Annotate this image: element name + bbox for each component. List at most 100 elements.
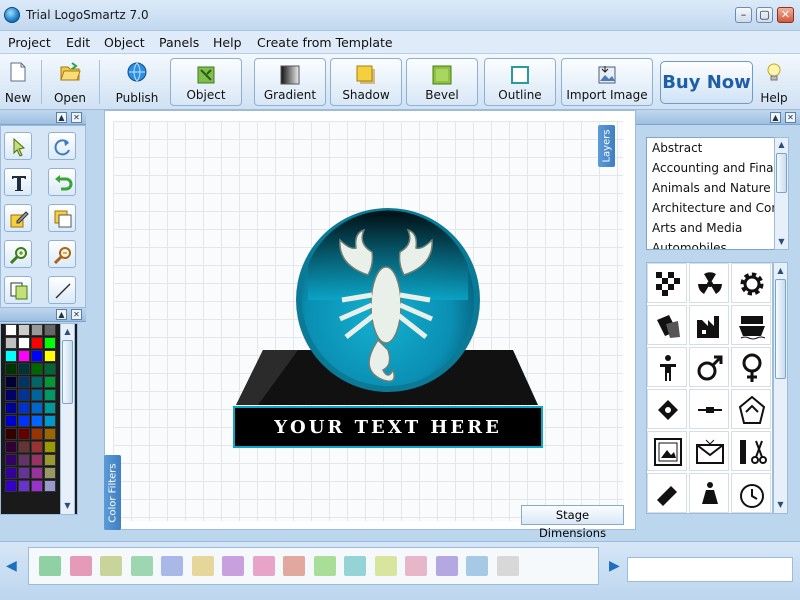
color-swatch[interactable]: [5, 428, 17, 440]
scroll-up-arrow-icon[interactable]: ▲: [775, 265, 786, 277]
color-swatch[interactable]: [5, 454, 17, 466]
rotate-tool-button[interactable]: [48, 132, 76, 160]
color-swatch[interactable]: [5, 389, 17, 401]
color-swatch[interactable]: [5, 441, 17, 453]
color-swatch[interactable]: [31, 467, 43, 479]
circuit-board-icon[interactable]: [647, 389, 687, 429]
palette-panel-close-button[interactable]: ✕: [71, 309, 82, 320]
select-tool-button[interactable]: [4, 132, 32, 160]
color-filter-swatch[interactable]: [313, 556, 336, 576]
color-swatch[interactable]: [18, 428, 30, 440]
color-filter-swatch[interactable]: [344, 556, 366, 576]
palette-panel-collapse-button[interactable]: ▲: [56, 309, 67, 320]
list-item[interactable]: Accounting and Finance: [652, 161, 788, 175]
color-swatch[interactable]: [18, 402, 30, 414]
minimize-button[interactable]: –: [735, 7, 752, 23]
list-item[interactable]: Animals and Nature: [652, 181, 771, 195]
color-swatch[interactable]: [44, 337, 56, 349]
woman-icon[interactable]: [689, 473, 729, 513]
tools-panel-collapse-button[interactable]: ▲: [56, 112, 67, 123]
color-swatch[interactable]: [44, 467, 56, 479]
color-filter-swatch[interactable]: [69, 556, 92, 576]
color-swatch[interactable]: [44, 363, 56, 375]
symbols-panel-close-button[interactable]: ✕: [785, 112, 796, 123]
checkerboard-icon[interactable]: [647, 263, 687, 303]
color-swatch[interactable]: [18, 337, 30, 349]
list-item[interactable]: Architecture and Construction: [652, 201, 788, 215]
color-swatch[interactable]: [31, 480, 43, 492]
color-swatch[interactable]: [31, 337, 43, 349]
color-filter-swatch[interactable]: [466, 556, 488, 576]
female-symbol-icon[interactable]: [731, 347, 771, 387]
color-swatch[interactable]: [5, 402, 17, 414]
factory-icon[interactable]: [689, 305, 729, 345]
line-tool-button[interactable]: [48, 276, 76, 304]
color-swatch[interactable]: [44, 402, 56, 414]
color-filter-swatch[interactable]: [191, 556, 214, 576]
color-swatch[interactable]: [44, 480, 56, 492]
color-swatch[interactable]: [31, 324, 43, 336]
books-icon[interactable]: [647, 473, 687, 513]
color-swatch[interactable]: [44, 454, 56, 466]
bevel-button[interactable]: Bevel: [406, 58, 478, 106]
shadow-button[interactable]: Shadow: [330, 58, 402, 106]
envelope-icon[interactable]: [689, 431, 729, 471]
category-list[interactable]: Abstract Accounting and Finance Animals …: [646, 137, 789, 250]
scroll-up-arrow-icon[interactable]: ▲: [776, 139, 787, 151]
color-swatch[interactable]: [5, 376, 17, 388]
color-swatch[interactable]: [44, 350, 56, 362]
color-swatch[interactable]: [18, 376, 30, 388]
stage-dimensions-button[interactable]: Stage Dimensions: [521, 505, 624, 540]
color-filter-swatch[interactable]: [100, 556, 122, 576]
new-button[interactable]: New: [0, 56, 36, 108]
gear-icon[interactable]: [731, 263, 771, 303]
category-scroll-thumb[interactable]: [776, 153, 787, 193]
menu-object[interactable]: Object: [104, 35, 145, 50]
tools-panel-close-button[interactable]: ✕: [71, 112, 82, 123]
color-filters-tab[interactable]: Color Filters: [104, 455, 121, 530]
color-swatch[interactable]: [44, 441, 56, 453]
symbols-panel-collapse-button[interactable]: ▲: [770, 112, 781, 123]
undo-tool-button[interactable]: [48, 168, 76, 196]
close-button[interactable]: ✕: [777, 7, 794, 23]
color-swatch[interactable]: [31, 441, 43, 453]
color-swatch[interactable]: [31, 363, 43, 375]
list-item[interactable]: Arts and Media: [652, 221, 742, 235]
color-filter-swatch[interactable]: [374, 556, 397, 576]
symbol-scrollbar[interactable]: ▲ ▼: [773, 262, 788, 514]
scroll-down-arrow-icon[interactable]: ▼: [776, 236, 787, 248]
clock-icon[interactable]: [731, 473, 771, 513]
object-button[interactable]: Object: [170, 58, 242, 106]
color-swatch[interactable]: [31, 428, 43, 440]
scroll-right-arrow-icon[interactable]: ▶: [609, 558, 620, 574]
color-swatch[interactable]: [44, 376, 56, 388]
color-filter-swatch[interactable]: [39, 556, 61, 576]
color-swatch[interactable]: [18, 415, 30, 427]
menu-create-from-template[interactable]: Create from Template: [257, 35, 393, 50]
outline-button[interactable]: Outline: [484, 58, 556, 106]
color-swatch[interactable]: [18, 467, 30, 479]
color-filter-swatch[interactable]: [130, 556, 153, 576]
color-swatch[interactable]: [44, 415, 56, 427]
scroll-up-arrow-icon[interactable]: ▲: [62, 326, 73, 338]
connector-icon[interactable]: [689, 389, 729, 429]
color-swatch[interactable]: [44, 389, 56, 401]
documents-icon[interactable]: [647, 305, 687, 345]
picture-frame-icon[interactable]: [647, 431, 687, 471]
color-swatch[interactable]: [31, 415, 43, 427]
menu-panels[interactable]: Panels: [159, 35, 199, 50]
logo-text[interactable]: YOUR TEXT HERE: [236, 417, 540, 438]
bottom-text-field[interactable]: [627, 557, 793, 582]
ship-icon[interactable]: [731, 305, 771, 345]
color-filter-swatch[interactable]: [283, 556, 305, 576]
menu-help[interactable]: Help: [213, 35, 242, 50]
color-swatch[interactable]: [18, 350, 30, 362]
color-swatch[interactable]: [5, 415, 17, 427]
radiation-icon[interactable]: [689, 263, 729, 303]
category-scrollbar[interactable]: ▲ ▼: [774, 137, 789, 250]
scroll-down-arrow-icon[interactable]: ▼: [775, 499, 786, 511]
menu-edit[interactable]: Edit: [66, 35, 90, 50]
color-swatch[interactable]: [5, 350, 17, 362]
color-filter-swatch[interactable]: [252, 556, 275, 576]
color-swatch[interactable]: [44, 324, 56, 336]
